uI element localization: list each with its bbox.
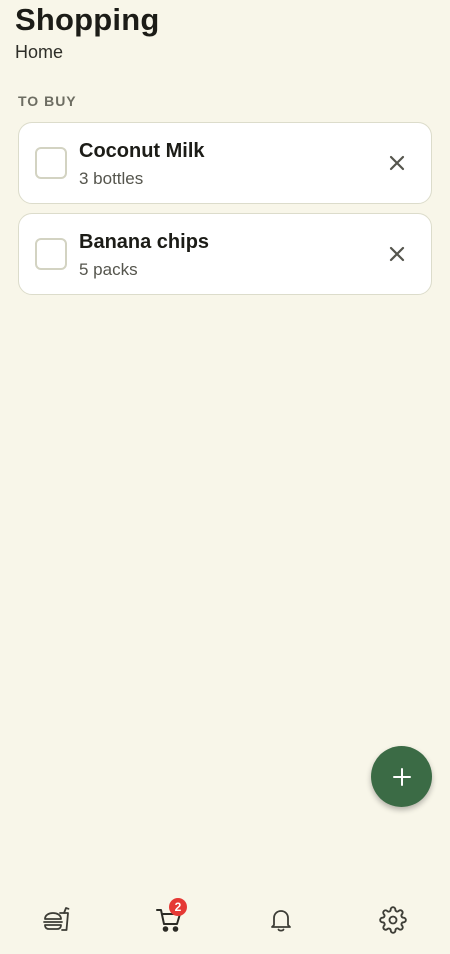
item-checkbox[interactable] [35,238,67,270]
plus-icon [392,767,411,786]
item-name: Banana chips [79,231,210,253]
food-drink-icon [43,907,70,931]
remove-item-button[interactable] [387,153,407,173]
shopping-screen: Shopping Home TO BUY Coconut Milk 3 bott… [0,0,450,954]
list-item[interactable]: Coconut Milk 3 bottles [18,122,432,204]
close-icon [389,246,405,262]
section-label-to-buy: TO BUY [18,93,77,109]
item-quantity: 3 bottles [79,169,144,188]
shopping-list: Coconut Milk 3 bottles Banana chips 5 pa… [18,122,432,304]
item-name: Coconut Milk [79,140,205,162]
nav-item-food[interactable] [41,905,71,935]
list-subtitle: Home [15,42,64,62]
add-item-button[interactable] [371,746,432,807]
list-item[interactable]: Banana chips 5 packs [18,213,432,295]
item-quantity: 5 packs [79,260,138,279]
cart-count-badge: 2 [169,898,187,916]
remove-item-button[interactable] [387,244,407,264]
bell-icon [271,910,291,932]
page-title: Shopping [15,2,160,37]
nav-item-settings[interactable] [378,905,408,935]
header: Shopping Home [15,0,160,64]
bottom-nav: 2 [0,880,450,954]
item-checkbox[interactable] [35,147,67,179]
close-icon [389,155,405,171]
gear-icon [379,906,407,934]
nav-item-notifications[interactable] [266,905,296,935]
nav-item-cart[interactable]: 2 [154,898,187,935]
